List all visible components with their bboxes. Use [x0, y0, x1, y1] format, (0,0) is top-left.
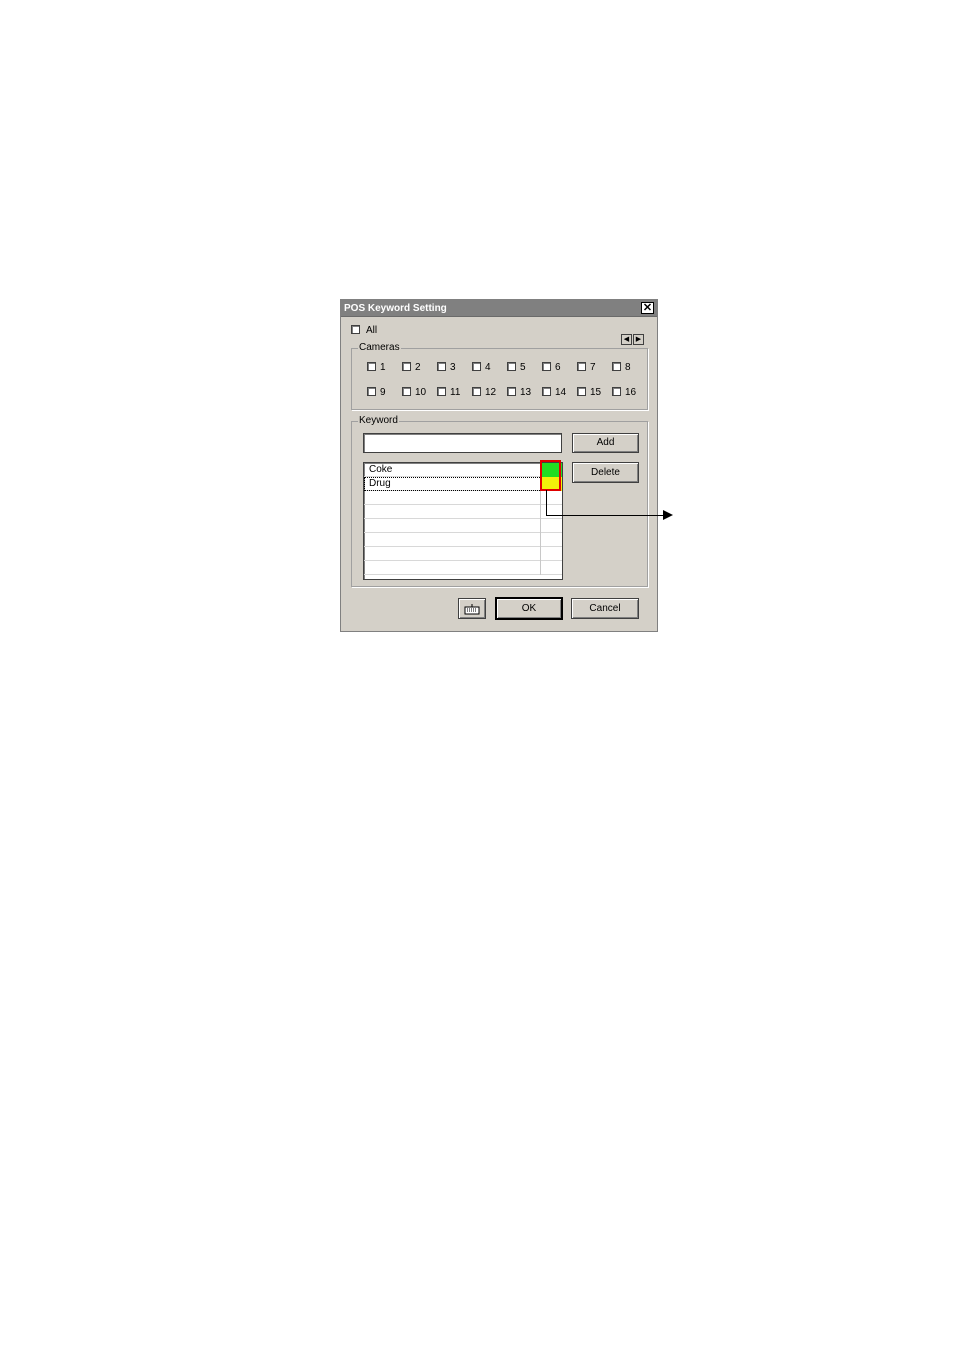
scroll-right-icon[interactable]: ▶ — [633, 334, 644, 345]
empty-swatch-cell — [540, 547, 562, 561]
camera-checkbox-1[interactable] — [367, 362, 376, 371]
close-icon[interactable]: ✕ — [641, 302, 654, 314]
camera-label: 16 — [625, 387, 637, 398]
empty-swatch-cell — [540, 491, 562, 505]
callout-line — [546, 490, 547, 516]
color-highlight-box — [540, 460, 561, 491]
camera-label: 6 — [555, 362, 561, 373]
camera-label: 5 — [520, 362, 526, 373]
camera-label: 9 — [380, 387, 386, 398]
camera-label: 14 — [555, 387, 567, 398]
camera-checkbox-13[interactable] — [507, 387, 516, 396]
camera-checkbox-14[interactable] — [542, 387, 551, 396]
delete-button[interactable]: Delete — [572, 462, 639, 483]
keyboard-icon — [464, 604, 480, 615]
camera-label: 7 — [590, 362, 596, 373]
ok-button[interactable]: OK — [495, 597, 563, 620]
camera-checkbox-16[interactable] — [612, 387, 621, 396]
list-item — [364, 561, 562, 575]
camera-label: 3 — [450, 362, 456, 373]
camera-checkbox-2[interactable] — [402, 362, 411, 371]
camera-checkbox-4[interactable] — [472, 362, 481, 371]
list-item — [364, 533, 562, 547]
camera-label: 11 — [450, 387, 461, 398]
camera-checkbox-8[interactable] — [612, 362, 621, 371]
camera-label: 1 — [380, 362, 386, 373]
camera-label: 15 — [590, 387, 602, 398]
empty-swatch-cell — [540, 533, 562, 547]
callout-line — [546, 515, 664, 516]
empty-swatch-cell — [540, 561, 562, 575]
keyword-input[interactable] — [363, 433, 562, 453]
list-item — [364, 505, 562, 519]
camera-checkbox-9[interactable] — [367, 387, 376, 396]
keyword-list[interactable]: Coke Drug — [363, 462, 563, 580]
list-item[interactable]: Drug — [364, 477, 562, 491]
keyboard-button[interactable] — [458, 598, 486, 619]
scroll-left-icon[interactable]: ◀ — [621, 334, 632, 345]
camera-label: 4 — [485, 362, 491, 373]
list-item — [364, 547, 562, 561]
camera-checkbox-10[interactable] — [402, 387, 411, 396]
list-item[interactable]: Coke — [364, 463, 562, 477]
add-button[interactable]: Add — [572, 433, 639, 453]
camera-label: 13 — [520, 387, 532, 398]
title-bar[interactable]: POS Keyword Setting ✕ — [341, 300, 657, 317]
camera-checkbox-12[interactable] — [472, 387, 481, 396]
list-item — [364, 519, 562, 533]
camera-checkbox-11[interactable] — [437, 387, 446, 396]
camera-checkbox-6[interactable] — [542, 362, 551, 371]
keyword-text: Drug — [369, 478, 391, 489]
arrow-right-icon — [663, 510, 673, 520]
empty-swatch-cell — [540, 519, 562, 533]
camera-checkbox-5[interactable] — [507, 362, 516, 371]
camera-checkbox-3[interactable] — [437, 362, 446, 371]
list-item — [364, 491, 562, 505]
camera-label: 2 — [415, 362, 421, 373]
cancel-button[interactable]: Cancel — [571, 598, 639, 619]
pos-keyword-setting-dialog: POS Keyword Setting ✕ All ◀ ▶ Cameras 1 … — [340, 299, 658, 632]
dialog-title: POS Keyword Setting — [344, 303, 447, 314]
camera-checkbox-15[interactable] — [577, 387, 586, 396]
keyword-group-label: Keyword — [358, 415, 399, 426]
all-checkbox[interactable] — [351, 325, 360, 334]
all-label: All — [366, 325, 378, 336]
cameras-group: Cameras 1 2 3 4 5 6 7 8 9 10 11 12 13 14… — [351, 342, 648, 410]
camera-label: 10 — [415, 387, 427, 398]
camera-label: 8 — [625, 362, 631, 373]
camera-label: 12 — [485, 387, 497, 398]
cameras-group-label: Cameras — [358, 342, 401, 353]
camera-checkbox-7[interactable] — [577, 362, 586, 371]
keyword-text: Coke — [369, 464, 393, 475]
empty-swatch-cell — [540, 505, 562, 519]
